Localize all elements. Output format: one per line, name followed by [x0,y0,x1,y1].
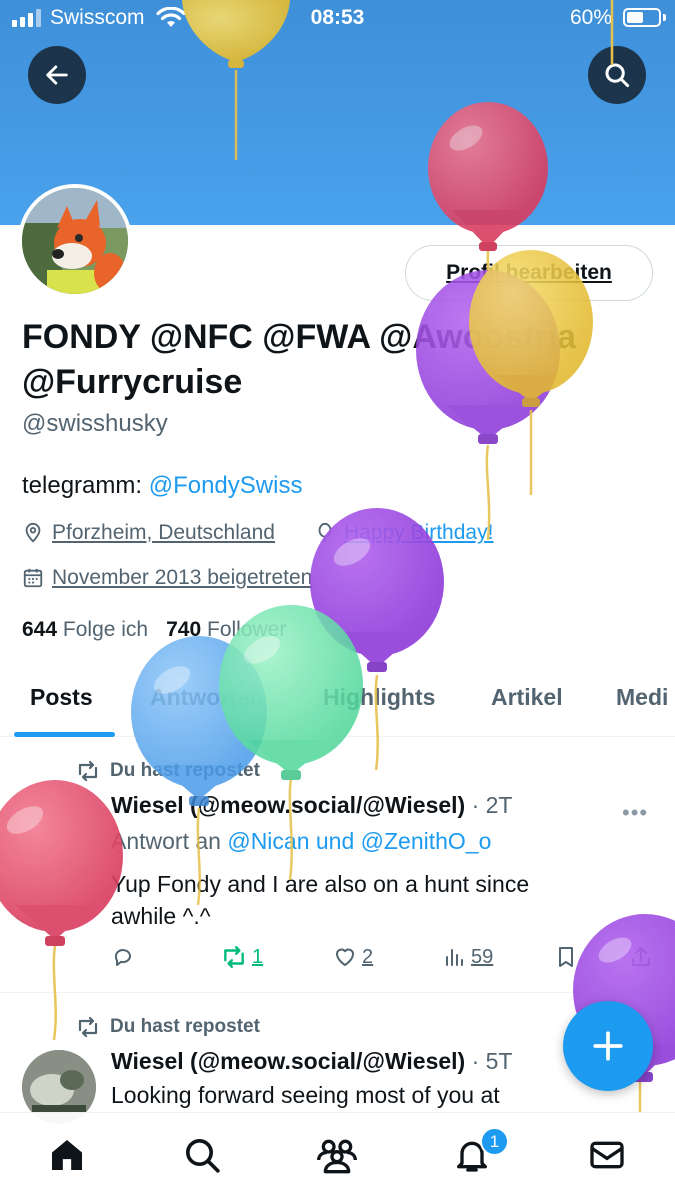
status-bar: Swisscom 08:53 60% [0,0,675,38]
battery-percent: 60% [570,6,613,29]
tab-posts[interactable]: Posts [30,684,93,711]
repost-label: Du hast repostet [110,760,260,781]
reply-button[interactable] [111,945,135,969]
repost-icon [224,946,244,968]
repost-indicator-2: Du hast repostet [76,1016,260,1038]
search-icon [186,1139,220,1173]
search-button[interactable] [588,46,646,104]
profile-joined: November 2013 beigetreten [22,566,312,590]
battery-icon [623,8,661,27]
bio-text: telegramm: [22,472,149,499]
share-icon [632,947,650,966]
heart-icon [336,948,354,966]
following-link[interactable]: 644 Folge ich [22,618,148,642]
views-button[interactable]: 59 [444,945,493,969]
more-options-button[interactable]: ••• [622,800,648,826]
balloon-icon [318,522,332,543]
profile-location: Pforzheim, Deutschland [22,521,275,545]
compose-button[interactable] [563,1001,653,1091]
bookmark-icon [559,947,573,967]
repost-icon [78,760,98,782]
avatar-image [22,188,128,294]
display-name-line1: FONDY @NFC @FWA @Awoostria [22,318,577,356]
calendar-icon [23,568,43,588]
share-button[interactable] [630,945,652,969]
active-tab-indicator [14,732,115,737]
home-icon [52,1140,82,1170]
display-name-line2: @Furrycruise [22,363,243,401]
tab-highlights[interactable]: Highlights [323,684,435,711]
profile-tabs: Posts Antworten Highlights Artikel Medi [0,660,675,737]
bio-link[interactable]: @FondySwiss [149,472,303,499]
like-button[interactable]: 2 [333,945,373,969]
tab-messages[interactable] [585,1133,629,1177]
balloon-purple [416,270,560,541]
post-author-2[interactable]: Wiesel (@meow.social/@Wiesel) · 5T [111,1048,512,1075]
location-pin-icon [25,522,41,543]
followers-count: 740 [166,618,202,641]
communities-icon [317,1139,357,1174]
followers-link[interactable]: 740 Follower [166,618,286,642]
edit-profile-button[interactable]: Profil bearbeiten [405,245,653,301]
profile-avatar[interactable] [18,184,132,298]
post-text-line1: Looking forward seeing most of you at [111,1082,500,1108]
repost-count: 1 [252,945,264,968]
tab-antworten[interactable]: Antworten [150,684,264,711]
views-count: 59 [471,945,494,968]
location-text[interactable]: Pforzheim, Deutschland [52,521,275,545]
search-icon [605,63,630,88]
post-text: Yup Fondy and I are also on a hunt since… [111,868,611,932]
bookmark-button[interactable] [555,945,577,969]
reply-to: Antwort an @Nican und @ZenithO_o [111,828,491,855]
reply-icon [114,949,131,966]
author-name[interactable]: Wiesel (@meow.social/@Wiesel) [111,792,465,818]
plus-icon [593,1031,623,1061]
display-name: FONDY @NFC @FWA @Awoostria @Furrycruise [22,315,652,405]
battery-cap [663,14,666,21]
post-text-2: Looking forward seeing most of you at [111,1079,611,1111]
profile-birthday: Happy Birthday! [314,521,493,545]
joined-text: November 2013 beigetreten [52,566,313,589]
repost-label: Du hast repostet [110,1016,260,1037]
tab-medien[interactable]: Medi [616,684,668,711]
following-count: 644 [22,618,58,641]
following-label: Folge ich [62,618,149,641]
tab-search[interactable] [180,1133,224,1177]
back-arrow-icon [46,65,68,85]
post-time: · 5T [471,1048,513,1074]
reply-prefix: Antwort an [111,828,228,854]
mail-icon [590,1141,624,1169]
profile-handle: @swisshusky [22,410,168,437]
tab-home[interactable] [45,1133,89,1177]
birthday-text[interactable]: Happy Birthday! [344,521,493,545]
repost-button[interactable]: 1 [221,945,263,969]
post-author[interactable]: Wiesel (@meow.social/@Wiesel) · 2T [111,792,512,819]
back-button[interactable] [28,46,86,104]
post-time: · 2T [471,792,513,818]
tab-communities[interactable] [315,1133,359,1177]
post-divider [0,992,675,993]
post-text-line1: Yup Fondy and I are also on a hunt since [111,871,530,897]
notifications-badge: 1 [480,1127,509,1156]
balloon-red-left [0,780,123,1041]
follow-counts: 644 Folge ich 740 Follower [22,618,286,642]
author-name[interactable]: Wiesel (@meow.social/@Wiesel) [111,1048,465,1074]
post-text-line2: awhile ^.^ [111,903,211,929]
followers-label: Follower [207,618,287,641]
bottom-tab-bar [0,1112,675,1200]
reply-targets[interactable]: @Nican und @ZenithO_o [227,828,491,854]
repost-icon [78,1016,98,1038]
tab-artikel[interactable]: Artikel [491,684,563,711]
profile-bio: telegramm: @FondySwiss [22,472,302,500]
repost-indicator: Du hast repostet [76,760,260,782]
views-icon [446,949,463,966]
like-count: 2 [362,945,374,968]
